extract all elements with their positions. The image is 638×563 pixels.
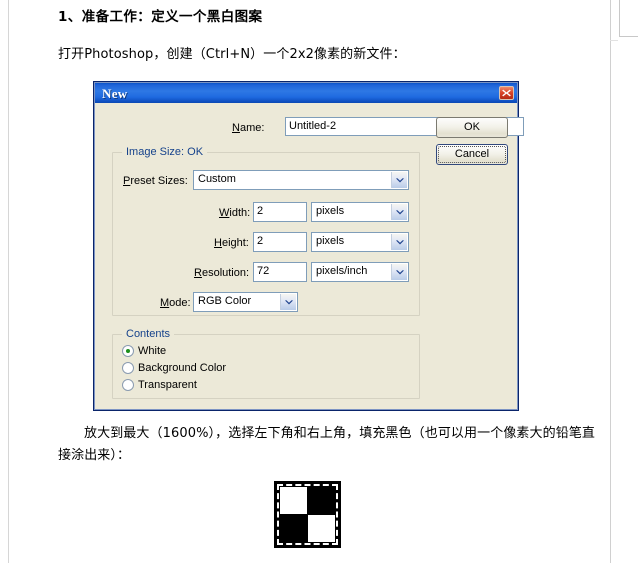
height-input[interactable]: 2: [253, 232, 307, 252]
radio-background-color-label: Background Color: [138, 362, 227, 374]
page-right-boundary: [610, 0, 611, 563]
cancel-button[interactable]: Cancel: [436, 144, 508, 165]
width-unit-select[interactable]: pixels: [311, 202, 409, 222]
margin-corner-horizontal: [619, 36, 638, 37]
checker-quadrant-top-left: [280, 487, 307, 514]
width-input[interactable]: 2: [253, 202, 307, 222]
radio-transparent-label: Transparent: [138, 379, 197, 391]
resolution-label: Resolution:: [194, 267, 250, 279]
radio-indicator-transparent[interactable]: [122, 379, 134, 391]
checker-quadrant-bottom-right: [308, 515, 335, 542]
radio-white-label: White: [138, 345, 167, 357]
chevron-down-icon[interactable]: [391, 264, 407, 280]
new-document-dialog[interactable]: New Name: Untitled-2 OK Cancel Image Siz…: [93, 81, 524, 411]
checkerboard-canvas: [280, 487, 335, 542]
focus-ring: [438, 146, 506, 163]
image-size-group-title: Image Size: OK: [122, 146, 208, 158]
resolution-unit-value: pixels/inch: [316, 265, 368, 277]
width-label: Width:: [219, 207, 251, 219]
page-title: 1、准备工作：定义一个黑白图案: [58, 9, 263, 25]
image-size-group: Image Size: OK Preset Sizes: Custom Widt…: [112, 146, 420, 316]
preset-sizes-value: Custom: [198, 173, 236, 185]
checkerboard-figure: [274, 481, 341, 548]
height-unit-value: pixels: [316, 235, 345, 247]
radio-indicator-background-color[interactable]: [122, 362, 134, 374]
resolution-input[interactable]: 72: [253, 262, 307, 282]
width-unit-value: pixels: [316, 205, 345, 217]
contents-group-title: Contents: [122, 328, 175, 340]
radio-indicator-white[interactable]: [122, 345, 134, 357]
mode-label: Mode:: [160, 297, 191, 309]
resolution-unit-select[interactable]: pixels/inch: [311, 262, 409, 282]
close-icon[interactable]: [499, 86, 514, 100]
mode-value: RGB Color: [198, 295, 252, 307]
margin-corner-tick: [610, 40, 618, 41]
preset-sizes-label: Preset Sizes:: [123, 175, 188, 187]
chevron-down-icon[interactable]: [391, 234, 407, 250]
name-label: Name:: [232, 122, 265, 134]
chevron-down-icon[interactable]: [391, 204, 407, 220]
height-label: Height:: [214, 237, 249, 249]
paragraph-instructions: 放大到最大（1600%），选择左下角和右上角，填充黑色（也可以用一个像素大的铅笔…: [58, 426, 596, 463]
document-page: 1、准备工作：定义一个黑白图案 打开Photoshop，创建（Ctrl+N）一个…: [0, 0, 638, 563]
chevron-down-icon[interactable]: [280, 294, 296, 310]
contents-group: Contents White Background Color Transpar…: [112, 328, 420, 399]
dialog-body: Name: Untitled-2 OK Cancel Image Size: O…: [95, 103, 524, 409]
dialog-title: New: [102, 86, 128, 101]
ok-button[interactable]: OK: [436, 117, 508, 138]
margin-corner-vertical: [619, 0, 620, 36]
paragraph-intro: 打开Photoshop，创建（Ctrl+N）一个2x2像素的新文件：: [58, 47, 406, 62]
height-unit-select[interactable]: pixels: [311, 232, 409, 252]
dialog-titlebar[interactable]: New: [95, 83, 517, 103]
chevron-down-icon[interactable]: [391, 172, 407, 188]
checker-quadrant-top-right: [308, 487, 335, 514]
preset-sizes-select[interactable]: Custom: [193, 170, 409, 190]
checker-quadrant-bottom-left: [280, 515, 307, 542]
page-left-boundary: [8, 0, 9, 563]
mode-select[interactable]: RGB Color: [193, 292, 298, 312]
